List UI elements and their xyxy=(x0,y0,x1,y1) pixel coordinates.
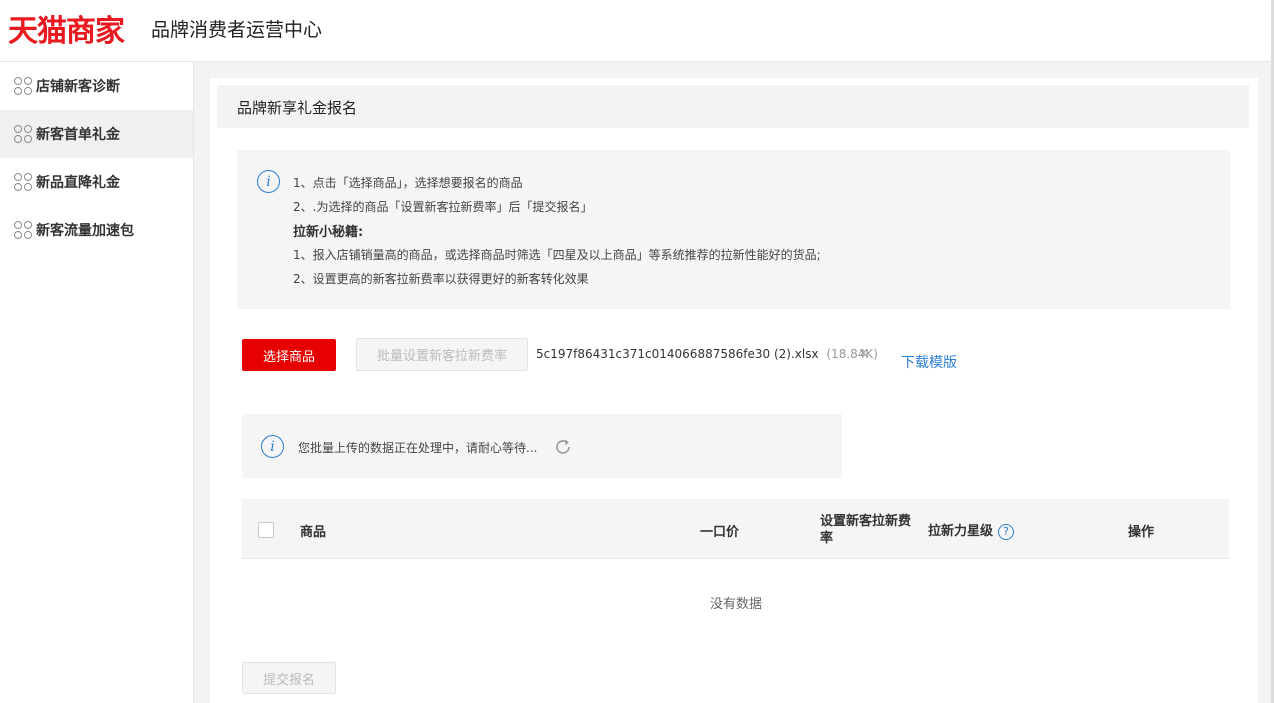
column-header-price: 一口价 xyxy=(700,525,740,540)
sidebar-item-store-diagnosis[interactable]: 店铺新客诊断 xyxy=(0,62,193,110)
logo-text: 天猫商家 xyxy=(8,14,125,49)
refresh-icon[interactable] xyxy=(554,438,572,456)
column-header-star-level: 拉新力星级? xyxy=(928,520,1015,540)
page-title: 品牌新享礼金报名 xyxy=(237,99,358,117)
empty-state-text: 没有数据 xyxy=(710,597,763,612)
select-all-checkbox[interactable] xyxy=(258,522,274,538)
remove-file-icon[interactable]: × xyxy=(858,346,869,361)
clover-icon xyxy=(14,221,32,239)
sidebar-item-traffic-boost[interactable]: 新客流量加速包 xyxy=(0,206,193,254)
tmall-logo[interactable]: 天猫商家 xyxy=(8,8,125,49)
column-header-action: 操作 xyxy=(1128,525,1155,540)
sidebar-item-new-product-gift[interactable]: 新品直降礼金 xyxy=(0,158,193,206)
notice-line-1: 1、点击「选择商品」，选择想要报名的商品 xyxy=(293,176,523,190)
sidebar-item-label: 新品直降礼金 xyxy=(36,175,120,191)
app-title: 品牌消费者运营中心 xyxy=(151,19,323,41)
download-template-link[interactable]: 下载模版 xyxy=(901,352,957,372)
sidebar-item-label: 新客流量加速包 xyxy=(36,223,134,239)
star-level-label: 拉新力星级 xyxy=(928,524,994,539)
sidebar-item-label: 店铺新客诊断 xyxy=(36,79,120,95)
column-header-rate: 设置新客拉新费率 xyxy=(820,514,912,546)
tip-line-2: 2、设置更高的新客拉新费率以获得更好的新客转化效果 xyxy=(293,272,589,286)
select-product-button[interactable]: 选择商品 xyxy=(242,339,336,371)
clover-icon xyxy=(14,173,32,191)
file-size: (18.84K) xyxy=(826,347,878,361)
notice-line-2: 2、.为选择的商品「设置新客拉新费率」后「提交报名」 xyxy=(293,200,593,214)
clover-icon xyxy=(14,77,32,95)
uploaded-file[interactable]: 5c197f86431c371c014066887586fe30 (2).xls… xyxy=(536,347,878,361)
tip-line-1: 1、报入店铺销量高的商品，或选择商品时筛选「四星及以上商品」等系统推荐的拉新性能… xyxy=(293,248,821,262)
help-icon[interactable]: ? xyxy=(998,523,1015,540)
tips-title: 拉新小秘籍: xyxy=(293,225,364,240)
top-header: 天猫商家 品牌消费者运营中心 xyxy=(0,0,1274,62)
sidebar-item-label: 新客首单礼金 xyxy=(36,127,120,143)
card-title-bar xyxy=(217,85,1249,128)
info-icon: i xyxy=(257,170,280,193)
clover-icon xyxy=(14,125,32,143)
batch-set-rate-button[interactable]: 批量设置新客拉新费率 xyxy=(356,338,528,371)
column-header-product: 商品 xyxy=(300,525,327,540)
submit-registration-button[interactable]: 提交报名 xyxy=(242,662,336,694)
file-name: 5c197f86431c371c014066887586fe30 (2).xls… xyxy=(536,347,819,361)
info-icon: i xyxy=(261,435,284,458)
processing-text: 您批量上传的数据正在处理中，请耐心等待... xyxy=(298,441,538,455)
sidebar-item-first-order-gift[interactable]: 新客首单礼金 xyxy=(0,110,193,158)
sidebar: 店铺新客诊断 新客首单礼金 新品直降礼金 新客流量加速包 xyxy=(0,62,194,703)
